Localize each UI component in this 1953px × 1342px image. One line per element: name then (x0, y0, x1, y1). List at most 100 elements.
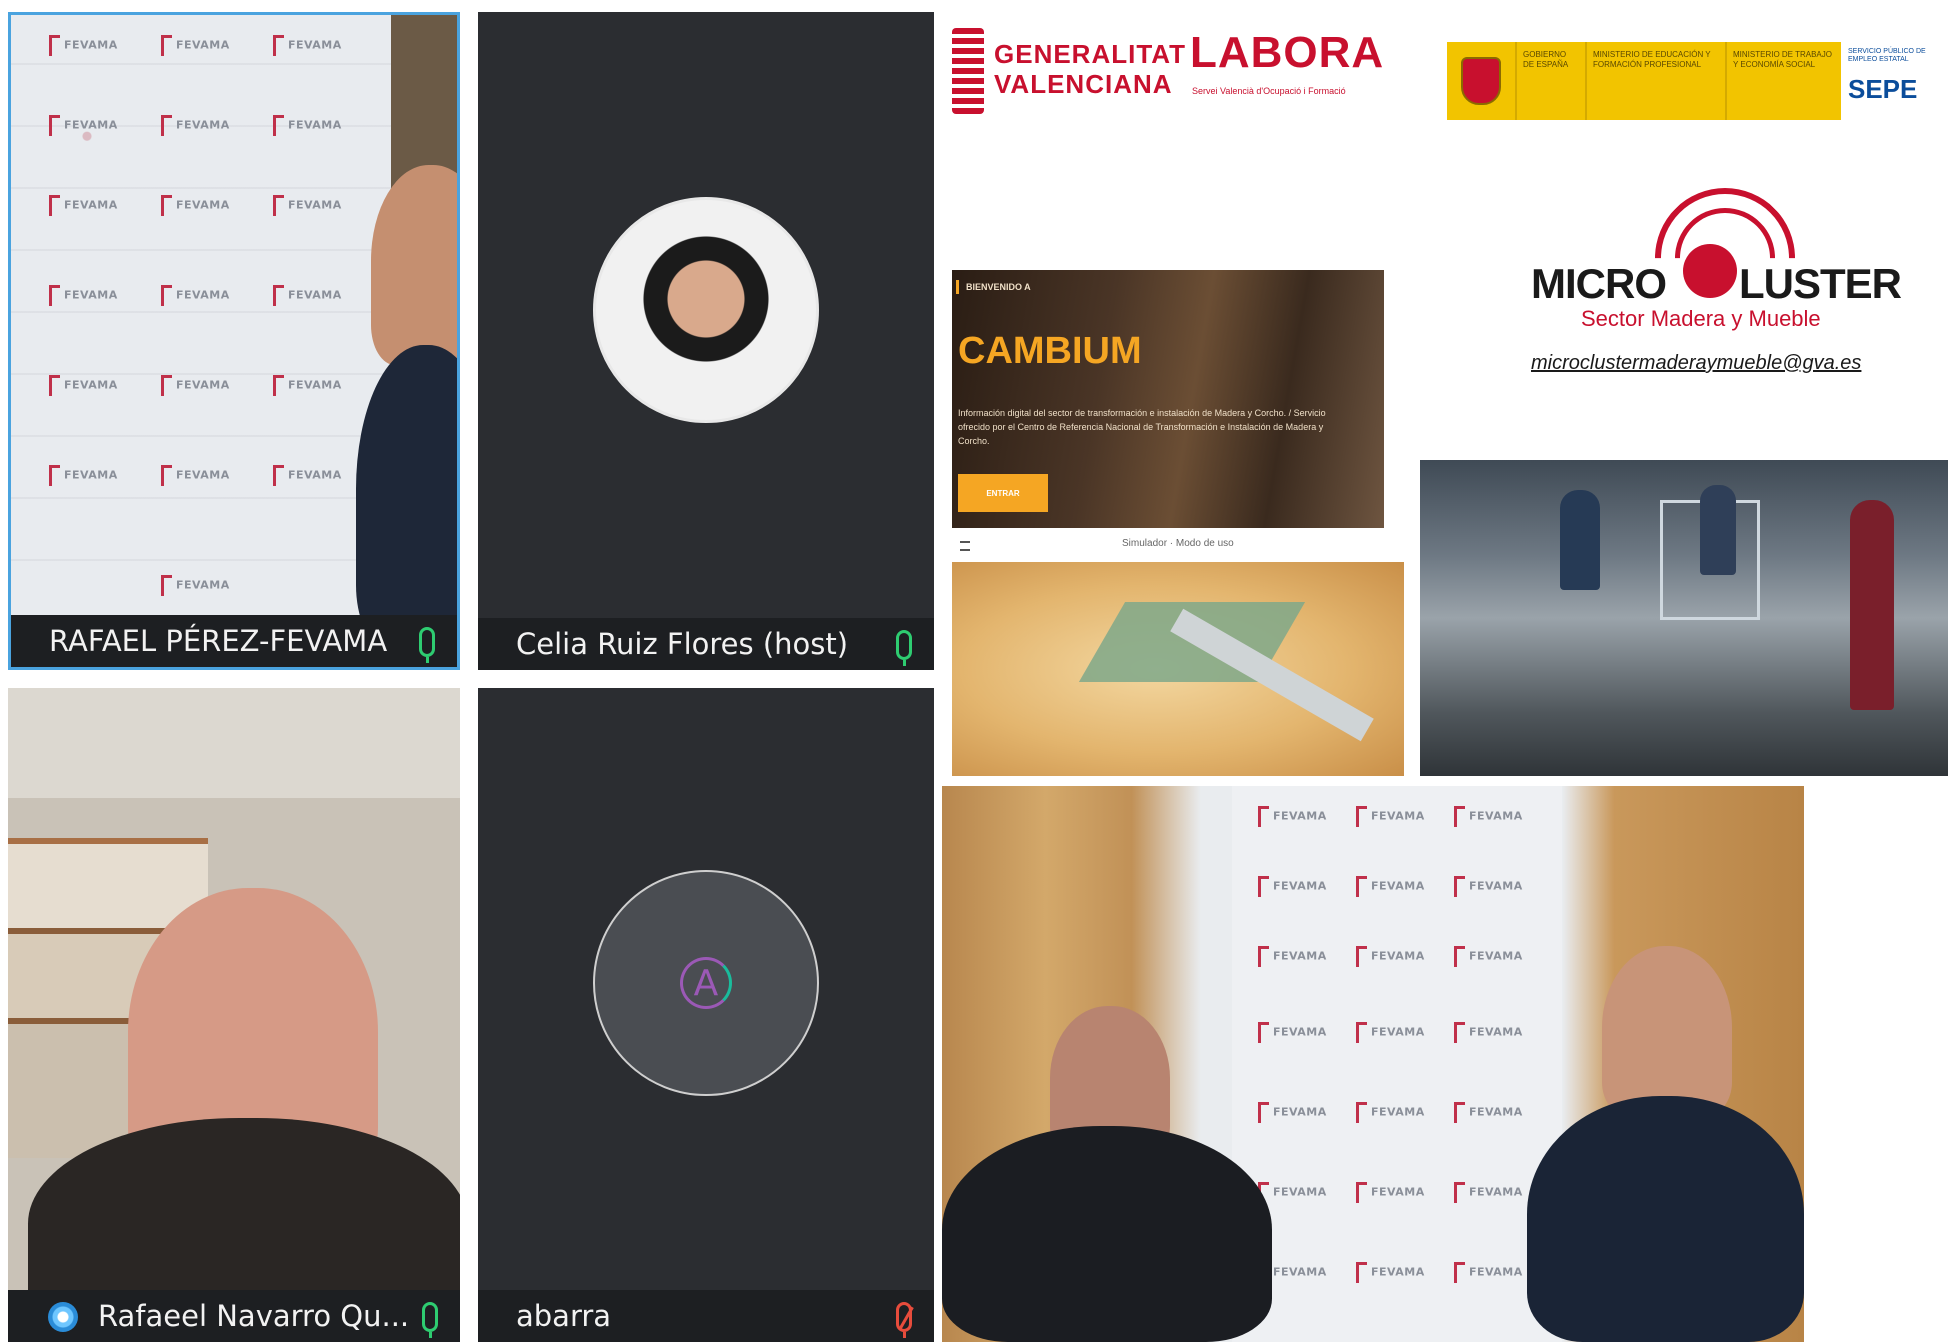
fevama-logo: FEVAMA (161, 285, 239, 309)
fevama-logo: FEVAMA (273, 35, 351, 59)
microphone-muted-icon[interactable] (896, 1302, 912, 1338)
fevama-backdrop: FEVAMA FEVAMA FEVAMA FEVAMA FEVAMA FEVAM… (1232, 786, 1562, 1342)
fevama-logo: FEVAMA (1356, 1262, 1434, 1286)
microphone-icon[interactable] (419, 627, 435, 663)
avatar-initial: A (680, 957, 732, 1009)
fevama-logo: FEVAMA (1454, 876, 1532, 900)
fevama-logo: FEVAMA (1258, 1182, 1336, 1206)
sepe-logo: SERVICIO PÚBLICO DE EMPLEO ESTATAL SEPE (1848, 48, 1928, 118)
fevama-logo: FEVAMA (161, 575, 239, 599)
fevama-logo: FEVAMA (273, 465, 351, 489)
cambium-accent-bar (956, 280, 959, 294)
fevama-logo: FEVAMA (161, 375, 239, 399)
shield-icon (1447, 42, 1517, 120)
cambium-eyebrow: BIENVENIDO A (966, 282, 1031, 292)
gov-segment: MINISTERIO DE TRABAJO Y ECONOMÍA SOCIAL (1733, 50, 1832, 69)
generalitat-line2: VALENCIANA (994, 69, 1173, 99)
fevama-logo: FEVAMA (1356, 876, 1434, 900)
generalitat-emblem (952, 28, 984, 114)
simulator-3d-screenshot (952, 562, 1404, 776)
microphone-icon[interactable] (422, 1302, 438, 1338)
fevama-logo: FEVAMA (273, 115, 351, 139)
cambium-website-screenshot: BIENVENIDO A CAMBIUM Información digital… (952, 270, 1384, 528)
participant-nameplate: Rafaeel Navarro Qu... (8, 1290, 460, 1342)
network-status-icon (48, 1302, 78, 1332)
gov-segment: MINISTERIO DE EDUCACIÓN Y FORMACIÓN PROF… (1587, 42, 1727, 120)
cambium-enter-button[interactable]: ENTRAR (958, 474, 1048, 512)
fevama-logo: FEVAMA (161, 35, 239, 59)
participant-name: Celia Ruiz Flores (host) (516, 627, 849, 661)
fevama-logo: FEVAMA (49, 35, 127, 59)
fevama-logo: FEVAMA (1258, 946, 1336, 970)
fevama-logo: FEVAMA (49, 195, 127, 219)
fevama-logo: FEVAMA (161, 195, 239, 219)
meeting-person-left-body (942, 1126, 1272, 1342)
fevama-backdrop: FEVAMA FEVAMA FEVAMA FEVAMA FEVAMA FEVAM… (11, 15, 391, 621)
fevama-logo: FEVAMA (49, 285, 127, 309)
fevama-logo: FEVAMA (1356, 946, 1434, 970)
labora-logo: LABORA Servei Valencià d'Ocupació i Form… (1190, 28, 1383, 108)
simulator-toolbar: Simulador · Modo de uso (952, 532, 1404, 558)
participant-avatar-photo (593, 197, 819, 423)
meeting-person-right-body (1527, 1096, 1804, 1342)
fevama-logo: FEVAMA (1454, 1182, 1532, 1206)
labora-title: LABORA (1190, 28, 1385, 77)
microcluster-email-link[interactable]: microclustermaderaymueble@gva.es (1531, 352, 1861, 375)
video-tile-rafael-perez[interactable]: FEVAMA FEVAMA FEVAMA FEVAMA FEVAMA FEVAM… (8, 12, 460, 670)
fevama-logo: FEVAMA (1454, 1022, 1532, 1046)
participant-nameplate: abarra (478, 1290, 934, 1342)
office-shelves (8, 688, 460, 798)
fevama-logo: FEVAMA (1258, 1022, 1336, 1046)
fevama-logo: FEVAMA (1454, 806, 1532, 830)
generalitat-valenciana-logo: GENERALITAT VALENCIANA (950, 22, 1185, 122)
fevama-logo: FEVAMA (49, 115, 127, 139)
fevama-logo: FEVAMA (1356, 1182, 1434, 1206)
participant-nameplate: RAFAEL PÉREZ-FEVAMA (11, 615, 457, 667)
participant-name: RAFAEL PÉREZ-FEVAMA (49, 624, 388, 658)
cambium-title: CAMBIUM (958, 330, 1142, 372)
sepe-subtitle: SERVICIO PÚBLICO DE EMPLEO ESTATAL (1848, 48, 1926, 63)
menu-icon[interactable] (960, 541, 970, 551)
training-workshop-photo (1420, 460, 1948, 776)
participant-name: Rafaeel Navarro Qu... (98, 1299, 410, 1333)
fevama-logo: FEVAMA (1356, 1022, 1434, 1046)
workshop-person (1560, 490, 1600, 590)
participant-avatar: A (593, 870, 819, 1096)
microcluster-subtitle: Sector Madera y Mueble (1581, 306, 1821, 331)
fevama-logo: FEVAMA (1258, 1102, 1336, 1126)
fevama-logo: FEVAMA (1454, 946, 1532, 970)
fevama-logo: FEVAMA (1454, 1102, 1532, 1126)
labora-subtitle: Servei Valencià d'Ocupació i Formació (1192, 86, 1346, 96)
fevama-logo: FEVAMA (161, 115, 239, 139)
video-tile-celia-ruiz[interactable]: Celia Ruiz Flores (host) (478, 12, 934, 670)
workshop-person (1850, 500, 1894, 710)
microphone-icon[interactable] (896, 630, 912, 666)
microcluster-title-right: LUSTER (1739, 260, 1902, 307)
participant-nameplate: Celia Ruiz Flores (host) (478, 618, 934, 670)
meeting-person-right-head (1602, 946, 1732, 1116)
fevama-logo: FEVAMA (161, 465, 239, 489)
fevama-logo: FEVAMA (1454, 1262, 1532, 1286)
fevama-logo: FEVAMA (273, 375, 351, 399)
workshop-person (1700, 485, 1736, 575)
simulator-caption: Simulador · Modo de uso (1122, 538, 1234, 549)
fevama-logo: FEVAMA (49, 375, 127, 399)
fevama-logo: FEVAMA (1356, 1102, 1434, 1126)
fevama-logo: FEVAMA (1258, 876, 1336, 900)
fevama-logo: FEVAMA (273, 285, 351, 309)
microcluster-title-left: MICRO (1531, 260, 1667, 307)
microcluster-logo: MICRO LUSTER Sector Madera y Mueble micr… (1525, 159, 1905, 390)
gov-segment: GOBIERNO DE ESPAÑA (1517, 42, 1587, 120)
fevama-logo: FEVAMA (1258, 806, 1336, 830)
participant-name: abarra (516, 1299, 612, 1333)
fevama-logo: FEVAMA (49, 465, 127, 489)
video-tile-rafaeel-navarro[interactable]: Rafaeel Navarro Qu... (8, 688, 460, 1342)
gobierno-espana-banner: GOBIERNO DE ESPAÑA MINISTERIO DE EDUCACI… (1447, 42, 1841, 120)
cambium-description: Información digital del sector de transf… (958, 408, 1326, 446)
fevama-logo: FEVAMA (273, 195, 351, 219)
meeting-room-video: FEVAMA FEVAMA FEVAMA FEVAMA FEVAMA FEVAM… (942, 786, 1804, 1342)
sepe-title: SEPE (1848, 74, 1918, 104)
video-tile-abarra[interactable]: A abarra (478, 688, 934, 1342)
microcluster-c-icon (1683, 244, 1737, 298)
generalitat-line1: GENERALITAT (994, 39, 1187, 69)
